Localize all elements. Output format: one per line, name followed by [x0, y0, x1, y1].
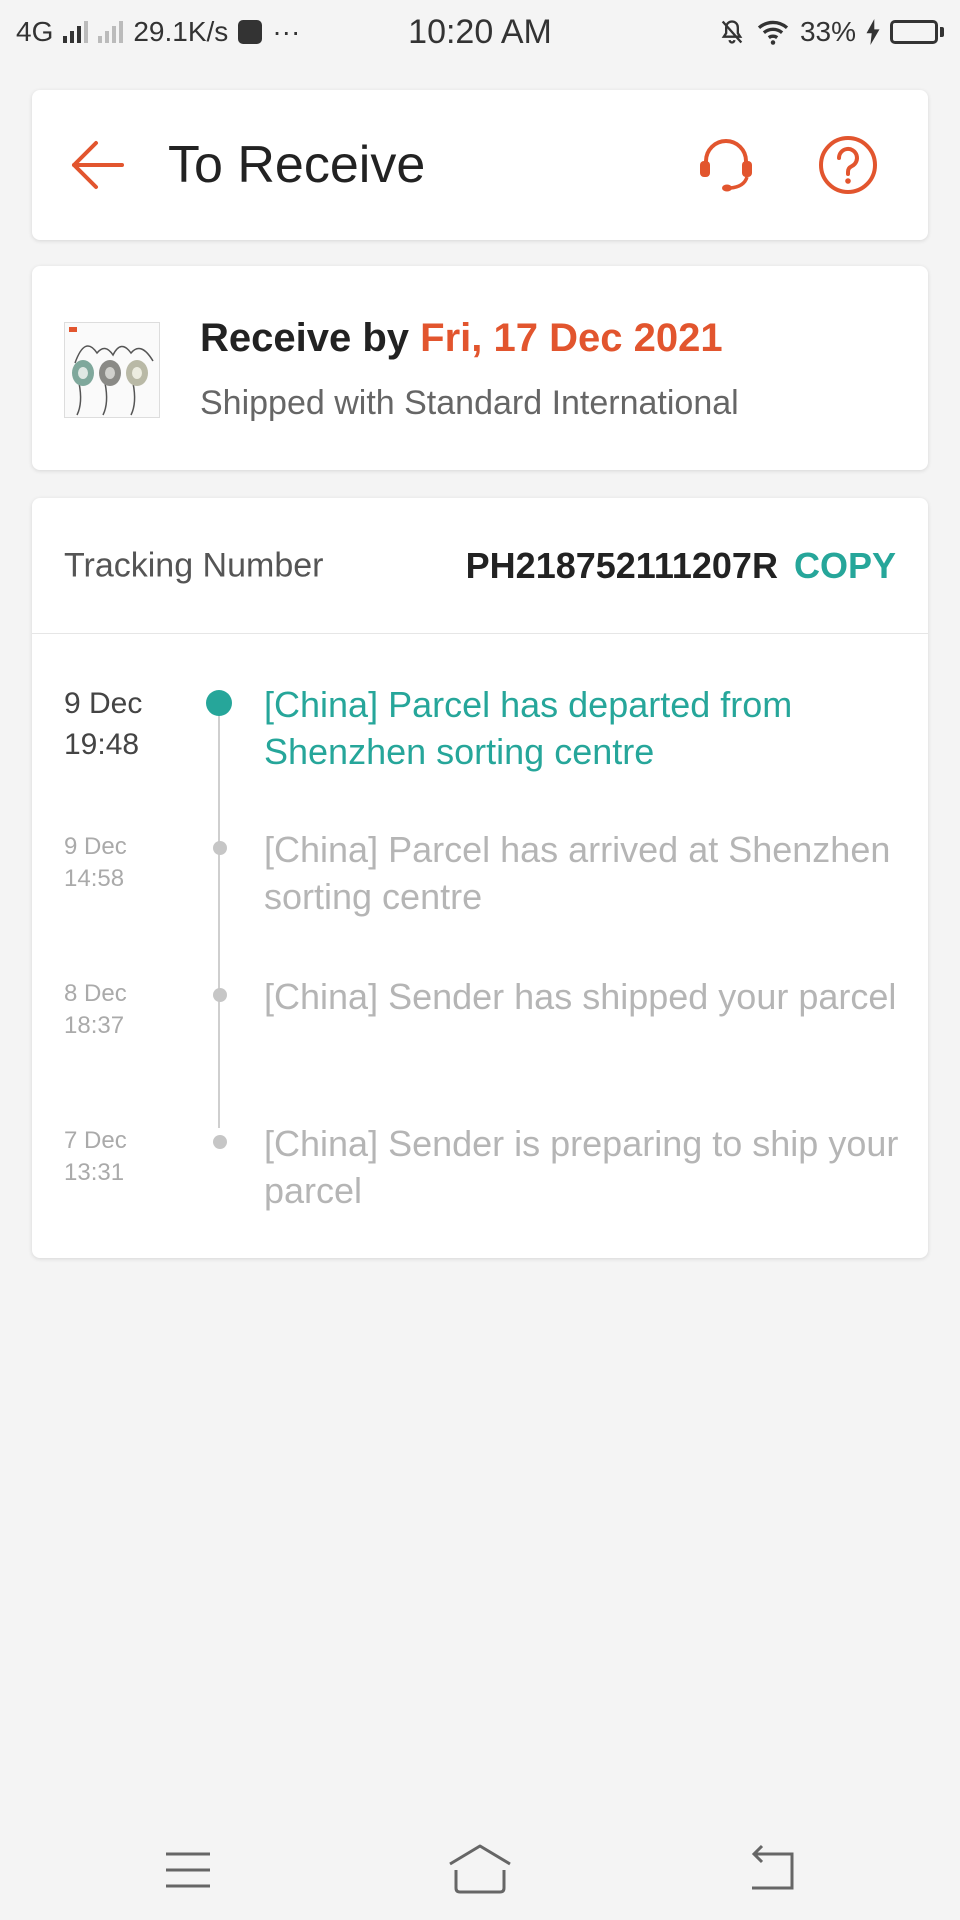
event-description: [China] Parcel has arrived at Shenzhen s…	[264, 829, 891, 917]
question-circle-icon	[819, 136, 877, 194]
timeline-line	[218, 698, 220, 1128]
tracking-number-value-group: PH218752111207R COPY	[466, 545, 896, 587]
event-day: 9 Dec	[64, 687, 143, 720]
product-thumbnail[interactable]	[64, 322, 160, 418]
timeline-dot-active	[206, 690, 232, 716]
event-time: 19:48	[64, 727, 140, 761]
mute-bell-icon	[721, 20, 743, 44]
arrow-left-icon	[72, 141, 124, 189]
menu-button[interactable]	[158, 1840, 218, 1900]
event-description: [China] Sender has shipped your parcel	[264, 976, 897, 1017]
event-description: [China] Parcel has departed from Shenzhe…	[264, 684, 793, 772]
wifi-icon	[757, 20, 789, 45]
status-bar: 4G 29.1K/s ··· 10:20 AM 33%	[0, 0, 960, 64]
signal-icon	[63, 21, 89, 43]
system-navigation-bar	[0, 1820, 960, 1920]
status-left: 4G 29.1K/s ···	[16, 16, 300, 48]
receive-by-line: Receive by Fri, 17 Dec 2021	[200, 316, 723, 361]
tracking-card: Tracking Number PH218752111207R COPY 9 D…	[32, 498, 928, 1258]
event-day: 8 Dec	[64, 980, 127, 1007]
status-right: 33%	[718, 16, 944, 48]
shipping-method: Shipped with Standard International	[200, 384, 739, 422]
back-button[interactable]	[68, 135, 128, 195]
receive-by-label: Receive by	[200, 316, 410, 360]
event-datetime: 7 Dec 13:31	[64, 1125, 184, 1190]
tracking-number: PH218752111207R	[465, 544, 778, 586]
timeline-dot	[213, 841, 227, 855]
battery-icon	[890, 20, 944, 44]
event-description: [China] Sender is preparing to ship your…	[264, 1123, 899, 1211]
customer-support-button[interactable]	[694, 133, 758, 197]
event-datetime: 9 Dec 14:58	[64, 831, 184, 896]
more-notifications-icon: ···	[272, 16, 301, 47]
signal-secondary-icon	[98, 21, 124, 43]
help-button[interactable]	[816, 133, 880, 197]
tracking-number-label: Tracking Number	[64, 546, 324, 584]
charging-icon	[866, 19, 880, 45]
timeline-dot	[213, 988, 227, 1002]
earphones-product-image	[69, 327, 154, 416]
event-datetime: 8 Dec 18:37	[64, 978, 184, 1043]
event-day: 9 Dec	[64, 833, 127, 860]
event-datetime: 9 Dec 19:48	[64, 684, 184, 765]
system-back-button[interactable]	[742, 1840, 802, 1900]
event-time: 14:58	[64, 865, 125, 893]
copy-tracking-button[interactable]: COPY	[794, 545, 896, 586]
home-icon	[449, 1844, 511, 1894]
headset-icon	[700, 139, 752, 192]
page-title: To Receive	[168, 136, 426, 194]
battery-percent: 33%	[799, 16, 856, 47]
tracking-number-row: Tracking Number PH218752111207R COPY	[32, 498, 928, 634]
timeline-dot	[213, 1135, 227, 1149]
event-time: 13:31	[64, 1159, 125, 1187]
network-speed: 29.1K/s	[133, 16, 229, 47]
menu-icon	[166, 1852, 210, 1888]
event-time: 18:37	[64, 1012, 125, 1040]
network-type: 4G	[16, 16, 54, 47]
receive-by-date: Fri, 17 Dec 2021	[420, 316, 723, 360]
header-bar: To Receive	[32, 90, 928, 240]
home-button[interactable]	[446, 1840, 511, 1900]
delivery-summary-card: Receive by Fri, 17 Dec 2021 Shipped with…	[32, 266, 928, 470]
return-icon	[751, 1844, 794, 1890]
notification-app-icon	[238, 20, 263, 44]
event-day: 7 Dec	[64, 1127, 127, 1154]
